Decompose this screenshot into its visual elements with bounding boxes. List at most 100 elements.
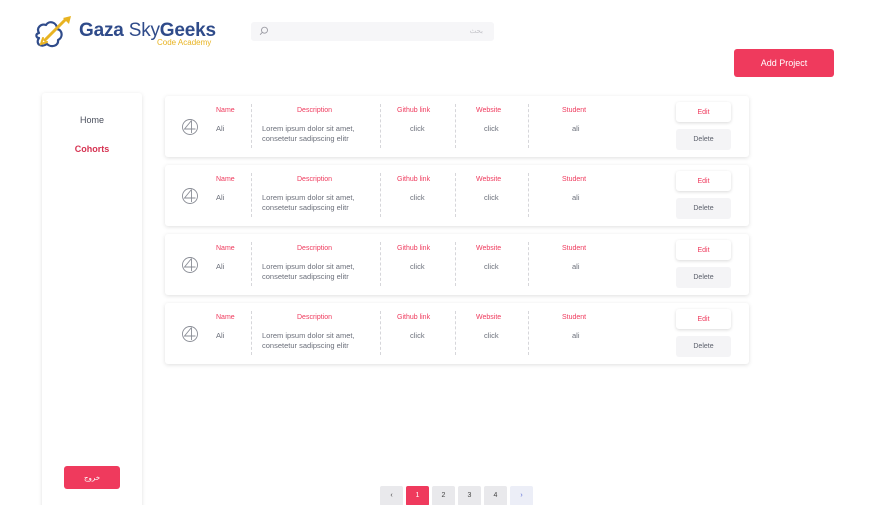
sidebar-item-home[interactable]: Home: [42, 115, 142, 125]
student-header: Student: [562, 245, 587, 252]
project-card: Name Ali Description Lorem ipsum dolor s…: [165, 234, 749, 295]
github-link[interactable]: click: [410, 124, 425, 134]
project-name: Ali: [216, 124, 225, 133]
search-input[interactable]: [273, 24, 483, 39]
website-column: Website click: [455, 96, 528, 157]
project-icon: [182, 119, 198, 135]
pagination-page-3[interactable]: 3: [458, 486, 481, 505]
description-header: Description: [297, 176, 333, 183]
project-icon: [182, 257, 198, 273]
student-header: Student: [562, 107, 587, 114]
website-header: Website: [476, 107, 502, 114]
website-header: Website: [476, 314, 502, 321]
project-name: Ali: [216, 331, 225, 340]
project-card: Name Ali Description Lorem ipsum dolor s…: [165, 165, 749, 226]
search-icon: [259, 26, 268, 35]
github-column: Github link click: [380, 234, 455, 295]
project-description: Lorem ipsum dolor sit amet, consetetur sa…: [262, 262, 355, 282]
pagination-prev[interactable]: ‹: [380, 486, 403, 505]
github-link[interactable]: click: [410, 193, 425, 203]
website-link[interactable]: click: [484, 331, 499, 341]
edit-button[interactable]: Edit: [676, 309, 731, 329]
description-line-1: Lorem ipsum dolor sit amet,: [262, 262, 355, 271]
logo-subtitle: Code Academy: [157, 38, 212, 47]
edit-button[interactable]: Edit: [676, 171, 731, 191]
sidebar-item-cohorts[interactable]: Cohorts: [42, 144, 142, 154]
name-column: Name Ali: [205, 96, 251, 157]
project-student: ali: [572, 193, 580, 202]
project-student: ali: [572, 331, 580, 340]
description-header: Description: [297, 107, 333, 114]
description-line-1: Lorem ipsum dolor sit amet,: [262, 193, 355, 202]
project-card: Name Ali Description Lorem ipsum dolor s…: [165, 303, 749, 364]
website-column: Website click: [455, 234, 528, 295]
description-column: Description Lorem ipsum dolor sit amet, c…: [252, 165, 380, 226]
description-line-1: Lorem ipsum dolor sit amet,: [262, 331, 355, 340]
project-name: Ali: [216, 262, 225, 271]
edit-button[interactable]: Edit: [676, 240, 731, 260]
project-icon: [182, 188, 198, 204]
description-line-2: consetetur sadipscing elitr: [262, 272, 349, 281]
name-column: Name Ali: [205, 234, 251, 295]
description-header: Description: [297, 314, 333, 321]
description-header: Description: [297, 245, 333, 252]
search-bar[interactable]: [251, 22, 494, 41]
logo-word-gaza: Gaza: [79, 20, 124, 41]
github-header: Github link: [397, 245, 431, 252]
delete-button[interactable]: Delete: [676, 198, 731, 219]
website-column: Website click: [455, 303, 528, 364]
project-student: ali: [572, 262, 580, 271]
project-student: ali: [572, 124, 580, 133]
project-description: Lorem ipsum dolor sit amet, consetetur sa…: [262, 124, 355, 144]
pagination-page-1[interactable]: 1: [406, 486, 429, 505]
website-link[interactable]: click: [484, 124, 499, 134]
description-line-2: consetetur sadipscing elitr: [262, 341, 349, 350]
student-header: Student: [562, 314, 587, 321]
project-card: Name Ali Description Lorem ipsum dolor s…: [165, 96, 749, 157]
github-link[interactable]: click: [410, 262, 425, 272]
delete-button[interactable]: Delete: [676, 267, 731, 288]
edit-button[interactable]: Edit: [676, 102, 731, 122]
website-link[interactable]: click: [484, 262, 499, 272]
pagination-page-4[interactable]: 4: [484, 486, 507, 505]
student-header: Student: [562, 176, 587, 183]
name-header: Name: [216, 176, 235, 183]
project-description: Lorem ipsum dolor sit amet, consetetur sa…: [262, 193, 355, 213]
github-header: Github link: [397, 176, 431, 183]
brand-logo[interactable]: Gaza SkyGeeks Code Academy: [33, 14, 233, 54]
pagination-next[interactable]: ›: [510, 486, 533, 505]
description-column: Description Lorem ipsum dolor sit amet, c…: [252, 234, 380, 295]
name-column: Name Ali: [205, 303, 251, 364]
description-line-2: consetetur sadipscing elitr: [262, 134, 349, 143]
project-description: Lorem ipsum dolor sit amet, consetetur sa…: [262, 331, 355, 351]
pagination-page-2[interactable]: 2: [432, 486, 455, 505]
add-project-button[interactable]: Add Project: [734, 49, 834, 77]
description-column: Description Lorem ipsum dolor sit amet, c…: [252, 96, 380, 157]
github-header: Github link: [397, 107, 431, 114]
website-column: Website click: [455, 165, 528, 226]
delete-button[interactable]: Delete: [676, 336, 731, 357]
student-column: Student ali: [528, 234, 628, 295]
website-link[interactable]: click: [484, 193, 499, 203]
sidebar: Home Cohorts خروج: [42, 93, 142, 505]
logo-word-sky: Sky: [128, 20, 160, 41]
project-icon: [182, 326, 198, 342]
delete-button[interactable]: Delete: [676, 129, 731, 150]
student-column: Student ali: [528, 96, 628, 157]
website-header: Website: [476, 176, 502, 183]
github-column: Github link click: [380, 303, 455, 364]
description-line-2: consetetur sadipscing elitr: [262, 203, 349, 212]
github-header: Github link: [397, 314, 431, 321]
project-name: Ali: [216, 193, 225, 202]
description-line-1: Lorem ipsum dolor sit amet,: [262, 124, 355, 133]
logout-button[interactable]: خروج: [64, 466, 120, 489]
github-column: Github link click: [380, 165, 455, 226]
description-column: Description Lorem ipsum dolor sit amet, c…: [252, 303, 380, 364]
name-header: Name: [216, 107, 235, 114]
rocket-logo-icon: [35, 16, 71, 48]
student-column: Student ali: [528, 303, 628, 364]
github-link[interactable]: click: [410, 331, 425, 341]
github-column: Github link click: [380, 96, 455, 157]
name-header: Name: [216, 245, 235, 252]
name-header: Name: [216, 314, 235, 321]
